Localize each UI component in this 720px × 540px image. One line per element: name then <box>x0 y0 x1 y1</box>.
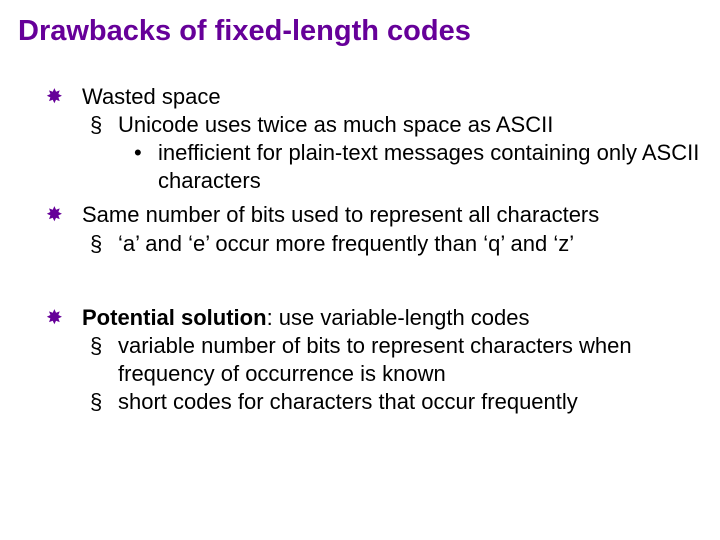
bullet-level2: short codes for characters that occur fr… <box>90 388 702 416</box>
bullet-level1: ✸ Same number of bits used to represent … <box>46 201 702 257</box>
bullet-text: Same number of bits used to represent al… <box>82 202 599 227</box>
bullet-rest: : use variable-length codes <box>267 305 530 330</box>
bullet-level1: ✸ Wasted space Unicode uses twice as muc… <box>46 83 702 196</box>
bullet-level1: ✸ Potential solution: use variable-lengt… <box>46 304 702 417</box>
slide-title: Drawbacks of fixed-length codes <box>18 14 702 49</box>
bullet-text: inefficient for plain-text messages cont… <box>158 140 699 193</box>
slide-body: ✸ Wasted space Unicode uses twice as muc… <box>46 83 702 417</box>
bullet-text: Potential solution: use variable-length … <box>82 305 530 330</box>
bullet-level2: ‘a’ and ‘e’ occur more frequently than ‘… <box>90 230 702 258</box>
bullet-text: Wasted space <box>82 84 221 109</box>
star-bullet-icon: ✸ <box>46 306 63 332</box>
bullet-text: variable number of bits to represent cha… <box>118 333 632 386</box>
star-bullet-icon: ✸ <box>46 203 63 229</box>
bullet-text: ‘a’ and ‘e’ occur more frequently than ‘… <box>118 231 574 256</box>
bullet-text: short codes for characters that occur fr… <box>118 389 578 414</box>
bullet-level2: variable number of bits to represent cha… <box>90 332 702 388</box>
bullet-level2: Unicode uses twice as much space as ASCI… <box>90 111 702 195</box>
star-bullet-icon: ✸ <box>46 85 63 111</box>
bullet-text: Unicode uses twice as much space as ASCI… <box>118 112 553 137</box>
slide: Drawbacks of fixed-length codes ✸ Wasted… <box>0 0 720 540</box>
bold-prefix: Potential solution <box>82 305 267 330</box>
spacer <box>46 264 702 304</box>
bullet-level3: inefficient for plain-text messages cont… <box>130 139 702 195</box>
